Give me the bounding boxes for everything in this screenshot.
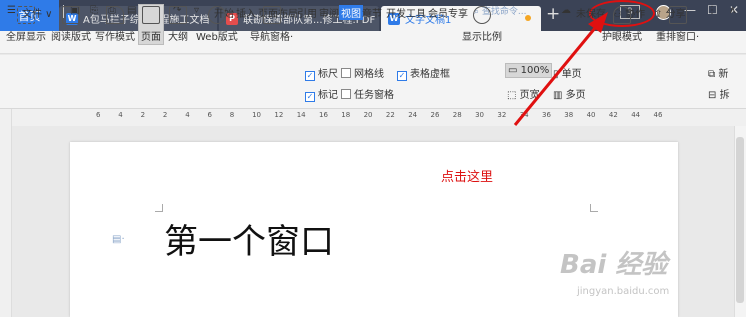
app-window: 首页 W A包马拦子综...工程施工文档 P 联勘保障部队第...修工程.PDF… bbox=[0, 0, 746, 317]
annotation-arrow bbox=[513, 12, 608, 126]
